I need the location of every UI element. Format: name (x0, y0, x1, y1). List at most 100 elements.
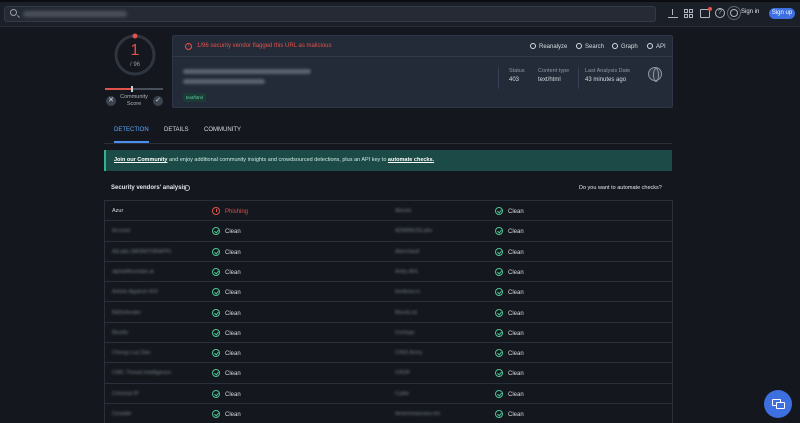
vendor-result: Clean (212, 349, 241, 358)
search-icon (10, 9, 17, 16)
community-score-label: Community Score (120, 94, 148, 107)
search-button[interactable]: Search (576, 43, 604, 50)
vendor-result: Clean (495, 328, 524, 337)
chat-icon (776, 402, 785, 409)
vendor-result: Clean (495, 247, 524, 256)
notifications-icon[interactable] (700, 7, 712, 18)
vendor-name: Artists Against 419 (112, 289, 158, 296)
table-row: Criminal IP Clean Cyble Clean (105, 384, 672, 404)
vendor-result: Clean (212, 247, 241, 256)
content-type-tag[interactable]: text/html (183, 93, 207, 102)
check-circle-icon (495, 288, 503, 297)
tab-details[interactable]: DETAILS (164, 127, 189, 143)
vote-harmless-button[interactable]: ✓ (153, 96, 163, 106)
vendor-name: Certego (395, 329, 415, 336)
join-community-link[interactable]: Join our Community (114, 157, 167, 163)
info-icon[interactable] (184, 185, 190, 191)
vendor-name: BlockList (395, 309, 418, 316)
url-line-blurred (183, 69, 311, 74)
section-title: Security vendors' analysis (111, 185, 187, 191)
check-circle-icon (212, 288, 220, 297)
check-circle-icon (212, 349, 220, 358)
top-bar: ? Sign in Sign up (0, 0, 800, 27)
search-input[interactable] (4, 6, 656, 22)
vendor-name: BitDefender (112, 309, 142, 316)
vendor-result: Clean (495, 267, 524, 276)
check-circle-icon (495, 349, 503, 358)
reanalyze-button[interactable]: Reanalyze (530, 43, 567, 50)
check-circle-icon (495, 328, 503, 337)
sign-in-link[interactable]: Sign in (741, 9, 759, 15)
check-circle-icon (495, 369, 503, 378)
vendor-name: CRDF (395, 370, 411, 377)
panel-divider (173, 56, 672, 57)
vendor-name: AlienVault (395, 248, 420, 255)
vendor-name: alphaMountain.ai (112, 268, 154, 275)
community-score-bar (105, 86, 163, 92)
banner-text: and enjoy additional community insights … (167, 157, 388, 163)
search-query-blurred (23, 11, 127, 17)
help-icon[interactable]: ? (715, 8, 725, 18)
vendor-result: Clean (495, 389, 524, 398)
vendor-result: Clean (495, 207, 524, 215)
meta-divider (498, 67, 499, 89)
vendor-result: Clean (495, 227, 524, 236)
vendor-result: Clean (212, 410, 241, 418)
table-row: Acronis Clean ADMINUSLabs Clean (105, 221, 672, 242)
status-label: Status (509, 68, 525, 74)
sign-up-button[interactable]: Sign up (769, 8, 795, 19)
vote-malicious-button[interactable]: ✕ (106, 96, 116, 106)
vendors-table: Azur Phishing Abusix Clean Acronis Clean… (104, 200, 673, 423)
malicious-alert-text: 1/96 security vendor flagged this URL as… (197, 43, 332, 49)
last-analysis-label: Last Analysis Date (585, 68, 631, 74)
top-line (0, 0, 800, 2)
vendor-result: Clean (212, 308, 241, 317)
check-circle-icon (495, 267, 503, 276)
table-row: Cyradar Clean desenmascara.me Clean (105, 404, 672, 423)
automate-checks-question[interactable]: Do you want to automate checks? (579, 185, 662, 191)
api-icon (647, 43, 653, 49)
vendor-result: Clean (495, 369, 524, 378)
table-row: Azur Phishing Abusix Clean (105, 201, 672, 222)
vendor-result: Clean (212, 267, 241, 276)
check-circle-icon (495, 410, 503, 418)
vendor-name: Criminal IP (112, 390, 139, 397)
api-button[interactable]: API (647, 43, 666, 50)
domain-line-blurred (183, 79, 265, 84)
vendor-result: Clean (212, 288, 241, 297)
detection-score: 1 / 96 (113, 33, 157, 77)
graph-button[interactable]: Graph (612, 43, 638, 50)
malicious-count: 1 (130, 42, 140, 59)
vendor-result: Clean (495, 410, 524, 418)
check-circle-icon (212, 410, 220, 418)
vendor-name: Cyradar (112, 411, 132, 417)
table-row: CMC Threat Intelligence Clean CRDF Clean (105, 363, 672, 384)
vendor-result: Phishing (212, 207, 248, 215)
vendor-name: CMC Threat Intelligence (112, 370, 172, 377)
check-circle-icon (212, 267, 220, 276)
url-summary-panel: ! 1/96 security vendor flagged this URL … (172, 35, 673, 108)
table-row: AILabs (MONITORAPP) Clean AlienVault Cle… (105, 242, 672, 262)
automate-checks-link[interactable]: automate checks. (388, 157, 434, 163)
check-circle-icon (495, 207, 503, 215)
check-circle-icon (495, 389, 503, 398)
theme-toggle-icon[interactable] (730, 9, 738, 17)
vendor-result: Clean (212, 389, 241, 398)
search-icon (576, 43, 582, 49)
table-row: alphaMountain.ai Clean Antiy-AVL Clean (105, 262, 672, 283)
table-row: BitDefender Clean BlockList Clean (105, 303, 672, 323)
upload-icon[interactable] (668, 9, 678, 18)
table-row: Chong Lua Dao Clean CINS Army Clean (105, 343, 672, 364)
check-circle-icon (212, 247, 220, 256)
tab-community[interactable]: COMMUNITY (204, 127, 241, 143)
vendor-name: Acronis (112, 228, 131, 235)
tab-detection[interactable]: DETECTION (114, 127, 149, 143)
table-row: Blueliv Clean Certego Clean (105, 323, 672, 344)
vendor-name: ADMINUSLabs (395, 228, 433, 235)
tab-bar: DETECTION DETAILS COMMUNITY (104, 124, 672, 144)
alert-icon: ! (185, 43, 192, 50)
vendor-result: Clean (495, 349, 524, 358)
chat-support-button[interactable] (764, 390, 792, 418)
status-value: 403 (509, 77, 520, 83)
apps-grid-icon[interactable] (684, 9, 694, 18)
